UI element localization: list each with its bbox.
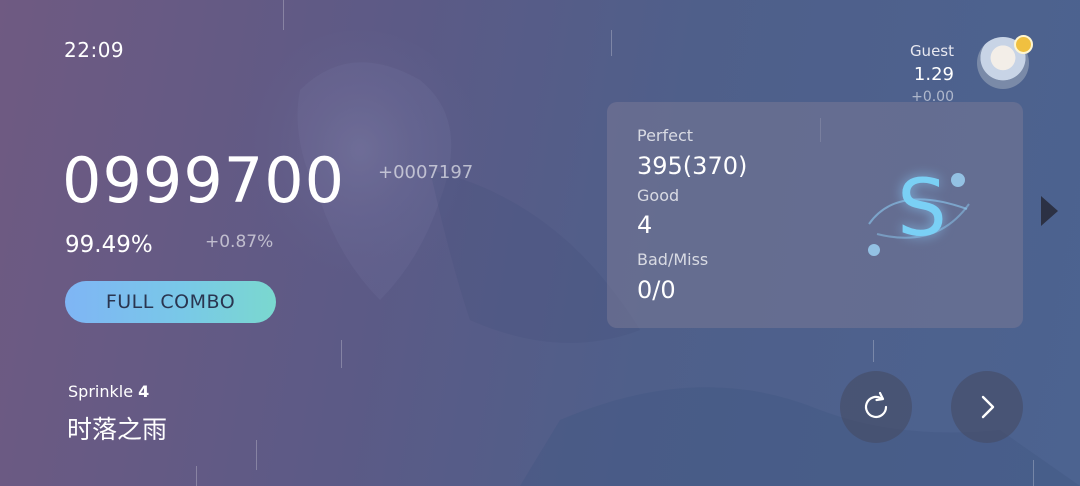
difficulty-name: Sprinkle <box>68 382 134 401</box>
chevron-right-icon <box>981 395 995 419</box>
judgement-panel: Perfect 395(370) Good 4 Bad/Miss 0/0 S <box>607 102 1023 328</box>
song-title: 时落之雨 <box>67 415 168 444</box>
clock: 22:09 <box>64 38 125 62</box>
retry-button[interactable] <box>840 371 912 443</box>
good-value: 4 <box>637 211 653 239</box>
accuracy-delta: +0.87% <box>205 232 274 252</box>
player-info: Guest 1.29 +0.00 <box>910 42 954 105</box>
retry-icon <box>864 391 888 419</box>
badmiss-label: Bad/Miss <box>637 250 709 269</box>
perfect-label: Perfect <box>637 126 694 145</box>
player-name: Guest <box>909 42 954 60</box>
player-rating: 1.29 <box>913 64 954 85</box>
next-button[interactable] <box>951 371 1023 443</box>
full-combo-badge: FULL COMBO <box>65 281 276 323</box>
badmiss-value: 0/0 <box>637 276 676 304</box>
score-delta: +0007197 <box>378 162 474 183</box>
triangle-right-icon[interactable] <box>1041 196 1058 226</box>
grade-emblem: S <box>857 154 987 274</box>
good-label: Good <box>637 186 680 205</box>
avatar-badge-icon <box>1014 35 1033 54</box>
difficulty-level: 4 <box>138 382 150 401</box>
player-avatar[interactable] <box>977 35 1033 89</box>
perfect-value: 395(370) <box>637 152 748 180</box>
chart-difficulty: Sprinkle 4 <box>68 382 149 401</box>
score: 0999700 <box>62 144 346 217</box>
accuracy: 99.49% <box>65 232 153 258</box>
grade-letter: S <box>897 164 947 254</box>
